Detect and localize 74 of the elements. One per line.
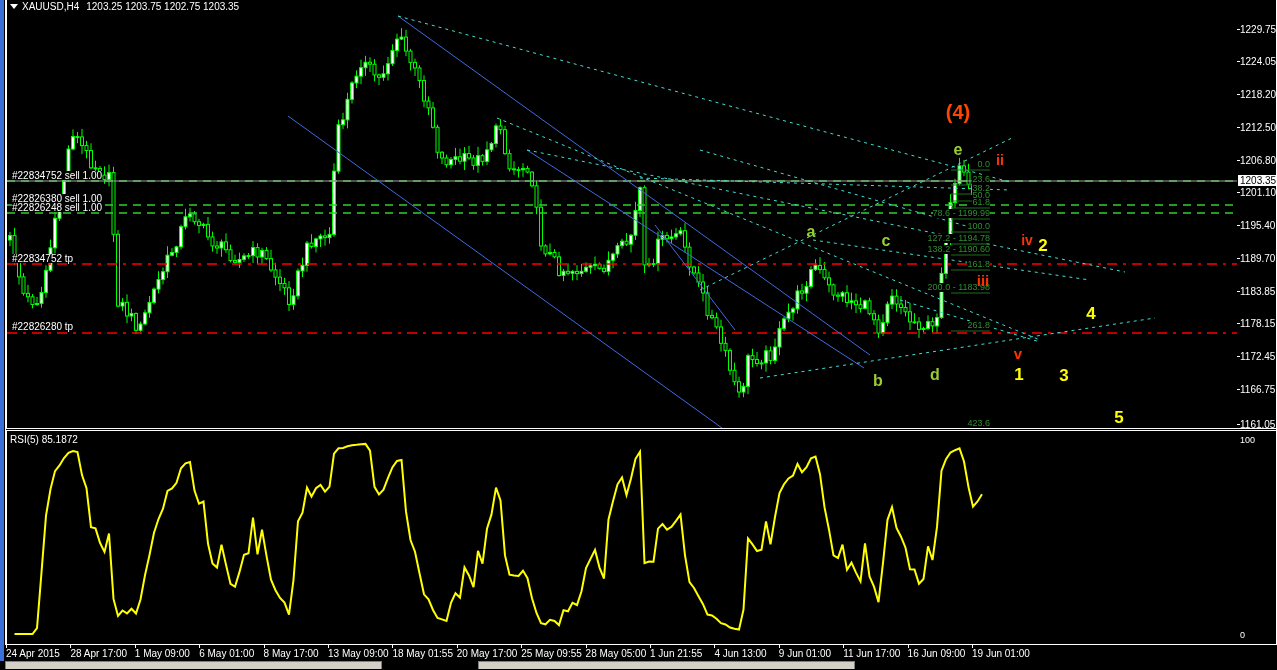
fib-level-line — [950, 243, 991, 245]
ohlc-values: 1203.25 1203.75 1202.75 1203.35 — [86, 1, 240, 12]
fib-level-line — [950, 269, 991, 271]
wave-label: 5 — [1114, 408, 1124, 426]
fib-level-line — [950, 218, 991, 220]
fib-level-line — [950, 292, 991, 294]
order-label: #22826280 tp — [12, 322, 74, 331]
price-axis-label: 1229.75 — [1240, 24, 1277, 35]
order-label: #22826380 sell 1.00 — [12, 194, 103, 203]
time-axis-label: 24 Apr 2015 — [6, 648, 60, 659]
time-axis-label: 20 May 17:00 — [456, 648, 518, 659]
price-axis-label: 1195.40 — [1240, 220, 1276, 231]
fib-level-label: 0.0 — [977, 160, 990, 169]
time-axis-label: 18 May 01:55 — [392, 648, 453, 659]
time-axis-label: 28 Apr 17:00 — [70, 648, 128, 659]
time-axis-label: 13 May 09:00 — [328, 648, 389, 659]
rsi-label: RSI(5) 85.1872 — [10, 435, 78, 445]
wave-label: 4 — [1086, 304, 1096, 322]
fib-level-label: 78.6 - 1199.99 — [932, 209, 990, 218]
price-axis-label: 1206.80 — [1240, 155, 1277, 166]
order-label: #22826248 sell 1.00 — [12, 203, 103, 212]
time-axis-label: 16 Jun 09:00 — [907, 648, 966, 659]
fib-level-label: 100.0 — [967, 222, 990, 231]
wave-label: e — [953, 142, 963, 158]
price-axis-label: 1212.50 — [1240, 122, 1277, 133]
fib-level-label: 61.8 — [972, 198, 990, 207]
price-axis-label: 1224.05 — [1240, 56, 1277, 67]
price-axis-label: 1183.85 — [1240, 286, 1276, 297]
time-axis-label: 28 May 05:00 — [585, 648, 647, 659]
fib-level-label: 423.6 — [967, 419, 990, 428]
time-axis-label: 1 Jun 21:55 — [650, 648, 703, 659]
fib-level-label: 261.8 — [967, 321, 990, 330]
wave-label: iv — [1021, 233, 1033, 247]
order-label: #22834752 sell 1.00 — [12, 171, 103, 180]
wave-label: 1 — [1014, 365, 1024, 383]
wave-label: a — [806, 224, 816, 240]
wave-label: v — [1013, 345, 1023, 361]
time-axis-label: 1 May 09:00 — [134, 648, 190, 659]
fib-level-label: 127.2 - 1194.78 — [927, 234, 990, 243]
current-price-tag: 1203.35 — [1238, 175, 1277, 186]
wave-label: 3 — [1059, 366, 1069, 384]
fib-level-label: 23.6 — [972, 175, 990, 184]
fib-level-label: 138.2 - 1190.60 — [927, 245, 990, 254]
fib-level-line — [950, 231, 991, 233]
price-axis-label: 1161.05 — [1240, 419, 1276, 430]
time-axis-label: 9 Jun 01:00 — [778, 648, 832, 659]
wave-label: d — [930, 367, 940, 383]
order-label: #22834752 tp — [12, 254, 74, 263]
price-axis-label: 1201.10 — [1240, 187, 1277, 198]
wave-label: 2 — [1038, 236, 1048, 254]
time-axis-label: 4 Jun 13:00 — [714, 648, 767, 659]
wave-label: (4) — [945, 102, 971, 122]
time-axis-label: 8 May 17:00 — [263, 648, 319, 659]
price-axis-label: 1178.15 — [1240, 318, 1276, 329]
chart-symbol: XAUUSD,H4 — [22, 1, 80, 12]
wave-label: c — [881, 233, 891, 249]
fib-level-line — [950, 169, 991, 171]
price-axis-label: 1172.45 — [1240, 351, 1276, 362]
time-axis-label: 6 May 01:00 — [199, 648, 255, 659]
wave-label: b — [873, 373, 883, 389]
time-axis-label: 19 Jun 01:00 — [972, 648, 1030, 659]
dropdown-triangle-icon[interactable] — [10, 4, 18, 9]
rsi-axis-label: 100 — [1240, 435, 1256, 446]
time-axis-label: 11 Jun 17:00 — [843, 648, 901, 659]
time-axis-label: 25 May 09:55 — [521, 648, 582, 659]
fib-level-line — [950, 330, 991, 332]
rsi-axis-label: 0 — [1240, 630, 1245, 641]
price-axis-label: 1189.70 — [1240, 253, 1276, 264]
fib-level-label: 161.8 — [967, 260, 990, 269]
fib-level-line — [950, 254, 991, 256]
price-axis-label: 1218.20 — [1240, 89, 1277, 100]
price-axis-label: 1166.75 — [1240, 384, 1276, 395]
fib-level-line — [950, 207, 991, 209]
wave-label: ii — [996, 153, 1004, 167]
